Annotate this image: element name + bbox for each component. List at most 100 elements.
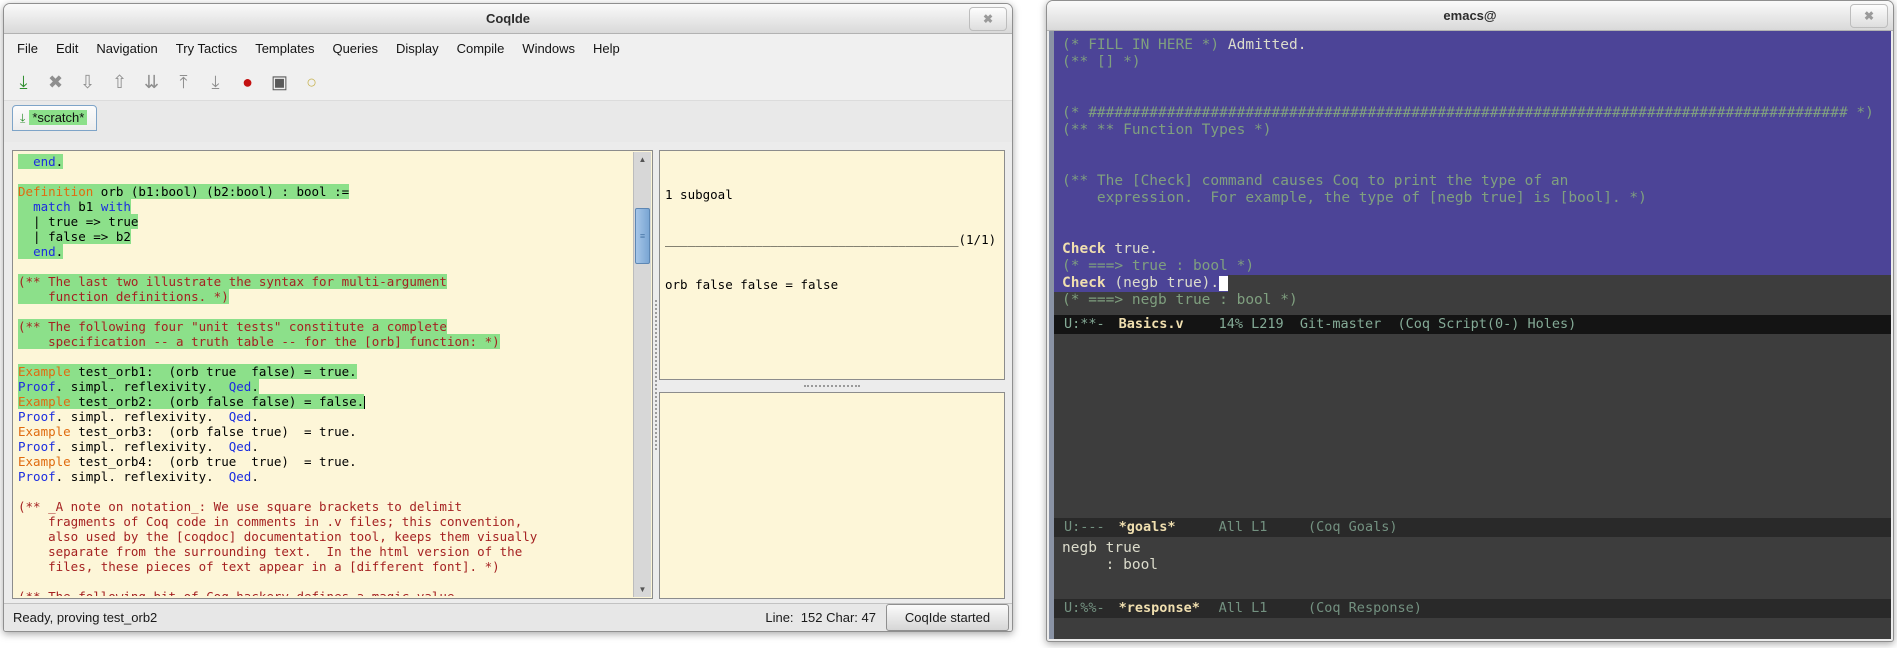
hide-goals-icon[interactable]: ▣ [266, 68, 293, 95]
code-line[interactable]: (** The last two illustrate the syntax f… [18, 274, 632, 289]
code-line[interactable] [18, 484, 632, 499]
code-line[interactable] [18, 169, 632, 184]
emacs-line[interactable]: (* FILL IN HERE *) Admitted. [1054, 37, 1891, 54]
emacs-goals-window[interactable] [1054, 334, 1891, 518]
status-message: Ready, proving test_orb2 [13, 610, 158, 625]
code-line[interactable]: Example test_orb3: (orb false true) = tr… [18, 424, 632, 439]
scrollbar-down-icon[interactable]: ▼ [634, 582, 651, 597]
emacs-line[interactable]: (** The [Check] command causes Coq to pr… [1054, 173, 1891, 190]
scrollbar-up-icon[interactable]: ▲ [634, 152, 651, 167]
menu-file[interactable]: File [8, 36, 47, 61]
code-line[interactable]: Example test_orb1: (orb true false) = tr… [18, 364, 632, 379]
subgoal-header: 1 subgoal [665, 187, 733, 202]
emacs-frame: (* FILL IN HERE *) Admitted. (** [] *) (*… [1049, 31, 1891, 639]
emacs-line[interactable]: Check (negb true). [1054, 275, 1891, 292]
code-line[interactable]: Proof. simpl. reflexivity. Qed. [18, 469, 632, 484]
code-line[interactable]: Example test_orb4: (orb true true) = tru… [18, 454, 632, 469]
horizontal-pane-splitter[interactable] [659, 380, 1005, 392]
code-line[interactable]: (** _A note on notation_: We use square … [18, 499, 632, 514]
emacs-line[interactable]: (* #####################################… [1054, 105, 1891, 122]
run-to-end-icon[interactable]: ⤓ [202, 68, 229, 95]
tab-scratch[interactable]: ⤓ *scratch* [12, 105, 98, 131]
emacs-line[interactable] [1054, 139, 1891, 156]
menu-compile[interactable]: Compile [448, 36, 514, 61]
code-line[interactable] [18, 574, 632, 589]
code-line[interactable]: (** The following bit of Coq hackery def… [18, 589, 632, 596]
coqide-statusbar: Ready, proving test_orb2 Line: 152 Char:… [4, 603, 1012, 631]
goals-panel: 1 subgoal ______________________________… [659, 150, 1005, 380]
menu-queries[interactable]: Queries [323, 36, 387, 61]
buffer-name: *response* [1118, 600, 1200, 616]
modeline-basics: U:**- Basics.v 14% L219 Git-master (Coq … [1054, 315, 1891, 334]
code-line[interactable]: Example test_orb2: (orb false false) = f… [18, 394, 632, 409]
emacs-window-title: emacs@ [1443, 8, 1497, 23]
emacs-line[interactable] [1054, 88, 1891, 105]
code-line[interactable] [18, 304, 632, 319]
emacs-line[interactable]: (* ===> true : bool *) [1054, 258, 1891, 275]
code-line[interactable]: separate from the surrounding text. In t… [18, 544, 632, 559]
emacs-line[interactable] [1054, 156, 1891, 173]
emacs-line[interactable]: expression. For example, the type of [ne… [1054, 190, 1891, 207]
code-line[interactable] [18, 259, 632, 274]
emacs-line[interactable] [1054, 207, 1891, 224]
save-icon[interactable]: ⤓ [10, 68, 37, 95]
interrupt-icon[interactable]: ● [234, 68, 261, 95]
coqide-close-icon[interactable]: ✖ [969, 7, 1007, 31]
emacs-line[interactable]: ▸(* ===> negb true : bool *) [1054, 292, 1891, 309]
code-line[interactable]: | false => b2 [18, 229, 632, 244]
coqide-titlebar[interactable]: CoqIde ✖ [4, 4, 1012, 34]
code-line[interactable]: Proof. simpl. reflexivity. Qed. [18, 409, 632, 424]
coqide-started-button[interactable]: CoqIde started [886, 604, 1009, 631]
emacs-cursor [1219, 276, 1229, 291]
code-line[interactable]: (** The following four "unit tests" cons… [18, 319, 632, 334]
code-line[interactable]: match b1 with [18, 199, 632, 214]
script-editor-panel[interactable]: end. Definition orb (b1:bool) (b2:bool) … [12, 150, 653, 599]
menu-templates[interactable]: Templates [246, 36, 323, 61]
menu-navigation[interactable]: Navigation [87, 36, 166, 61]
emacs-window: emacs@ ✖ (* FILL IN HERE *) Admitted. (**… [1046, 0, 1894, 642]
restart-icon[interactable]: ⤒ [170, 68, 197, 95]
close-icon[interactable]: ✖ [42, 68, 69, 95]
code-line[interactable]: function definitions. *) [18, 289, 632, 304]
emacs-response-content[interactable]: negb true : bool [1054, 537, 1891, 599]
coqide-editor[interactable]: end. Definition orb (b1:bool) (b2:bool) … [18, 154, 632, 596]
editor-scrollbar[interactable]: ▲ ≡ ▼ [633, 152, 651, 597]
emacs-close-icon[interactable]: ✖ [1850, 4, 1888, 28]
code-line[interactable]: also used by the [coqdoc] documentation … [18, 529, 632, 544]
coqide-window: CoqIde ✖ File Edit Navigation Try Tactics Te… [3, 3, 1013, 632]
code-line[interactable]: Proof. simpl. reflexivity. Qed. [18, 439, 632, 454]
menu-edit[interactable]: Edit [47, 36, 87, 61]
goal-counter: (1/1) [958, 232, 997, 247]
emacs-line[interactable]: (** [] *) [1054, 54, 1891, 71]
response-line: negb true [1062, 540, 1141, 556]
menu-display[interactable]: Display [387, 36, 448, 61]
emacs-line[interactable]: (** ** Function Types *) [1054, 122, 1891, 139]
minibuffer[interactable] [1054, 618, 1891, 639]
code-line[interactable]: fragments of Coq code in comments in .v … [18, 514, 632, 529]
step-forward-icon[interactable]: ⇩ [74, 68, 101, 95]
code-line[interactable]: Definition orb (b1:bool) (b2:bool) : boo… [18, 184, 632, 199]
code-line[interactable]: specification -- a truth table -- for th… [18, 334, 632, 349]
code-line[interactable]: end. [18, 154, 632, 169]
run-to-cursor-icon[interactable]: ⇊ [138, 68, 165, 95]
menu-try-tactics[interactable]: Try Tactics [167, 36, 246, 61]
code-line[interactable]: | true => true [18, 214, 632, 229]
emacs-line[interactable] [1054, 71, 1891, 88]
right-panes: 1 subgoal ______________________________… [659, 150, 1005, 599]
about-icon[interactable]: ○ [298, 68, 325, 95]
tab-save-icon: ⤓ [20, 110, 26, 125]
scrollbar-thumb[interactable]: ≡ [635, 208, 650, 264]
code-line[interactable]: files, these pieces of text appear in a … [18, 559, 632, 574]
menu-windows[interactable]: Windows [513, 36, 584, 61]
goal-separator: _______________________________________(… [665, 232, 997, 247]
code-line[interactable]: Proof. simpl. reflexivity. Qed. [18, 379, 632, 394]
emacs-titlebar[interactable]: emacs@ ✖ [1047, 1, 1893, 31]
menu-help[interactable]: Help [584, 36, 629, 61]
code-line[interactable]: end. [18, 244, 632, 259]
response-line: : bool [1062, 557, 1159, 573]
emacs-buffer[interactable]: (* FILL IN HERE *) Admitted. (** [] *) (*… [1054, 37, 1891, 315]
emacs-line[interactable] [1054, 224, 1891, 241]
step-backward-icon[interactable]: ⇧ [106, 68, 133, 95]
emacs-line[interactable]: Check true. [1054, 241, 1891, 258]
code-line[interactable] [18, 349, 632, 364]
